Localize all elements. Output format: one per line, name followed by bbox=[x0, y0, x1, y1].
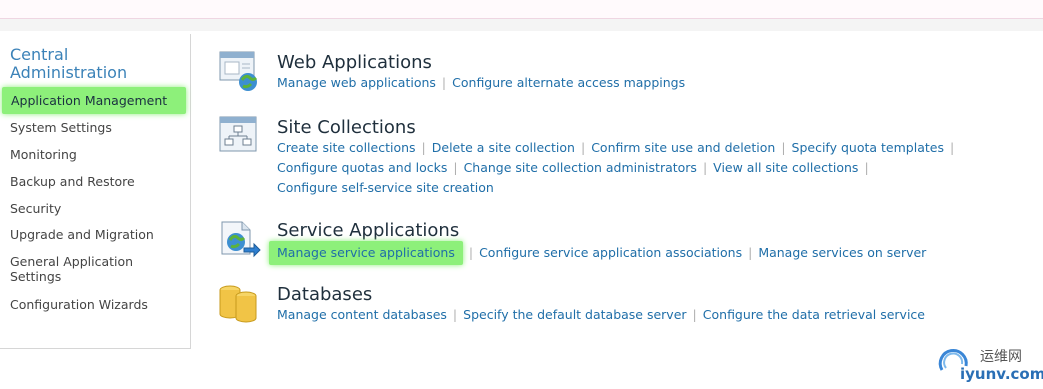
link-separator: | bbox=[702, 160, 708, 175]
link-manage-service-applications[interactable]: Manage service applications bbox=[277, 245, 455, 260]
link-configure-service-application-associations[interactable]: Configure service application associatio… bbox=[479, 245, 742, 260]
section-title[interactable]: Web Applications bbox=[277, 52, 432, 73]
section-title[interactable]: Service Applications bbox=[277, 220, 459, 241]
service-applications-icon bbox=[221, 221, 261, 258]
section-title[interactable]: Site Collections bbox=[277, 117, 416, 138]
link-specify-default-database-server[interactable]: Specify the default database server bbox=[463, 307, 686, 322]
site-collections-icon bbox=[219, 116, 257, 152]
site-title-link[interactable]: Central Administration bbox=[10, 46, 180, 82]
nav-item-general-application-settings[interactable]: General Application Settings bbox=[10, 254, 180, 284]
link-view-all-site-collections[interactable]: View all site collections bbox=[713, 160, 858, 175]
section-title[interactable]: Databases bbox=[277, 284, 372, 305]
link-configure-self-service-site-creation[interactable]: Configure self-service site creation bbox=[277, 180, 494, 195]
link-separator: | bbox=[452, 307, 458, 322]
nav-item-backup-and-restore[interactable]: Backup and Restore bbox=[10, 174, 135, 189]
link-change-site-collection-administrators[interactable]: Change site collection administrators bbox=[464, 160, 697, 175]
nav-item-configuration-wizards[interactable]: Configuration Wizards bbox=[10, 297, 148, 312]
link-manage-content-databases[interactable]: Manage content databases bbox=[277, 307, 447, 322]
link-separator: | bbox=[453, 160, 458, 175]
watermark: 运维网 iyunv.com bbox=[936, 344, 1043, 384]
quick-launch: Central Administration Application Manag… bbox=[0, 34, 191, 349]
nav-item-monitoring[interactable]: Monitoring bbox=[10, 147, 77, 162]
section-links: Manage service applications | Configure se… bbox=[269, 241, 1037, 265]
nav-item-upgrade-and-migration[interactable]: Upgrade and Migration bbox=[10, 227, 154, 242]
link-create-site-collections[interactable]: Create site collections bbox=[277, 140, 416, 155]
highlight-manage-service-applications: Manage service applications bbox=[269, 241, 463, 265]
link-specify-quota-templates[interactable]: Specify quota templates bbox=[792, 140, 944, 155]
databases-icon bbox=[219, 285, 257, 323]
link-separator: | bbox=[781, 140, 786, 155]
watermark-cn-text: 运维网 bbox=[980, 349, 1022, 365]
section-links: Manage content databases | Specify the def… bbox=[277, 305, 1037, 325]
nav-item-application-management[interactable]: Application Management bbox=[2, 87, 186, 114]
link-manage-web-applications[interactable]: Manage web applications bbox=[277, 75, 436, 90]
top-ribbon-shadow bbox=[0, 19, 1043, 31]
web-applications-icon bbox=[219, 51, 258, 91]
link-separator: | bbox=[692, 307, 697, 322]
section-links: Create site collections | Delete a site co… bbox=[277, 138, 1037, 198]
link-configure-alternate-access-mappings[interactable]: Configure alternate access mappings bbox=[452, 75, 685, 90]
section-links: Manage web applications | Configure altern… bbox=[277, 73, 1037, 93]
link-separator: | bbox=[864, 160, 869, 175]
watermark-url: iyunv.com bbox=[960, 365, 1043, 383]
link-confirm-site-use-and-deletion[interactable]: Confirm site use and deletion bbox=[591, 140, 775, 155]
link-separator: | bbox=[580, 140, 586, 155]
link-separator: | bbox=[468, 245, 474, 260]
link-separator: | bbox=[441, 75, 447, 90]
link-configure-data-retrieval-service[interactable]: Configure the data retrieval service bbox=[703, 307, 925, 322]
link-separator: | bbox=[949, 140, 955, 155]
top-ribbon-bar bbox=[0, 0, 1043, 19]
link-delete-a-site-collection[interactable]: Delete a site collection bbox=[432, 140, 575, 155]
link-configure-quotas-and-locks[interactable]: Configure quotas and locks bbox=[277, 160, 447, 175]
link-separator: | bbox=[421, 140, 426, 155]
nav-item-system-settings[interactable]: System Settings bbox=[10, 120, 112, 135]
nav-item-label: Application Management bbox=[11, 93, 168, 108]
link-manage-services-on-server[interactable]: Manage services on server bbox=[758, 245, 926, 260]
nav-item-security[interactable]: Security bbox=[10, 201, 61, 216]
link-separator: | bbox=[748, 245, 753, 260]
